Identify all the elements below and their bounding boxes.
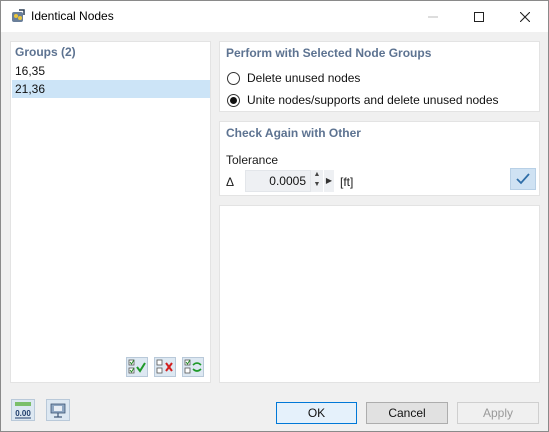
group-item-label: 16,35 (15, 64, 46, 78)
maximize-button[interactable] (456, 1, 502, 32)
perform-section-title: Perform with Selected Node Groups (226, 46, 432, 60)
cancel-button[interactable]: Cancel (366, 402, 448, 424)
identical-nodes-dialog: Identical Nodes Groups (2) 16,35 21,36 P… (0, 0, 549, 432)
tolerance-spinner[interactable]: ▲ ▼ (311, 170, 323, 192)
spin-up-icon[interactable]: ▲ (311, 170, 323, 180)
group-item[interactable]: 16,35 (12, 62, 210, 80)
units-decimal-icon: 0.00 (15, 402, 31, 419)
tolerance-arrow-right-icon[interactable]: ▶ (324, 170, 334, 192)
select-all-button[interactable] (126, 357, 148, 377)
display-settings-icon (50, 403, 66, 418)
tolerance-input[interactable] (245, 170, 311, 192)
units-decimal-button[interactable]: 0.00 (11, 399, 35, 421)
delta-symbol: Δ (226, 175, 235, 189)
check-again-panel: Check Again with Other Tolerance Δ ▲ ▼ ▶… (219, 121, 540, 196)
close-icon (520, 11, 530, 22)
minimize-button[interactable] (410, 1, 456, 32)
maximize-icon (474, 11, 484, 22)
delete-unused-label: Delete unused nodes (247, 71, 361, 85)
preview-panel (219, 205, 540, 383)
invert-selection-button[interactable] (182, 357, 204, 377)
delete-unused-nodes-option[interactable]: Delete unused nodes (227, 70, 360, 86)
groups-header: Groups (2) (15, 45, 76, 59)
tolerance-label: Tolerance (226, 153, 279, 167)
deselect-all-icon (156, 359, 173, 374)
invert-selection-icon (184, 359, 202, 374)
delete-unused-radio[interactable] (227, 71, 240, 85)
perform-panel: Perform with Selected Node Groups Delete… (219, 41, 540, 112)
check-again-section-title: Check Again with Other (226, 126, 361, 140)
svg-text:0.00: 0.00 (15, 409, 31, 418)
window-title: Identical Nodes (31, 9, 114, 23)
check-again-button[interactable] (510, 168, 536, 190)
spin-down-icon[interactable]: ▼ (311, 180, 323, 190)
group-item-selected[interactable]: 21,36 (12, 80, 210, 98)
ok-button[interactable]: OK (276, 402, 357, 424)
checkmark-icon (516, 173, 530, 185)
tolerance-unit: [ft] (340, 175, 354, 189)
title-bar: Identical Nodes (1, 1, 548, 32)
minimize-icon (428, 16, 438, 17)
unite-nodes-radio[interactable] (227, 93, 240, 107)
unite-nodes-option[interactable]: Unite nodes/supports and delete unused n… (227, 92, 499, 108)
deselect-all-button[interactable] (154, 357, 176, 377)
select-all-icon (128, 359, 146, 374)
identical-nodes-app-icon (10, 8, 26, 24)
close-button[interactable] (502, 1, 548, 32)
group-item-label: 21,36 (15, 82, 46, 96)
apply-button[interactable]: Apply (457, 402, 539, 424)
display-settings-button[interactable] (46, 399, 70, 421)
groups-panel: Groups (2) 16,35 21,36 (10, 41, 211, 383)
unite-nodes-label: Unite nodes/supports and delete unused n… (247, 93, 499, 107)
